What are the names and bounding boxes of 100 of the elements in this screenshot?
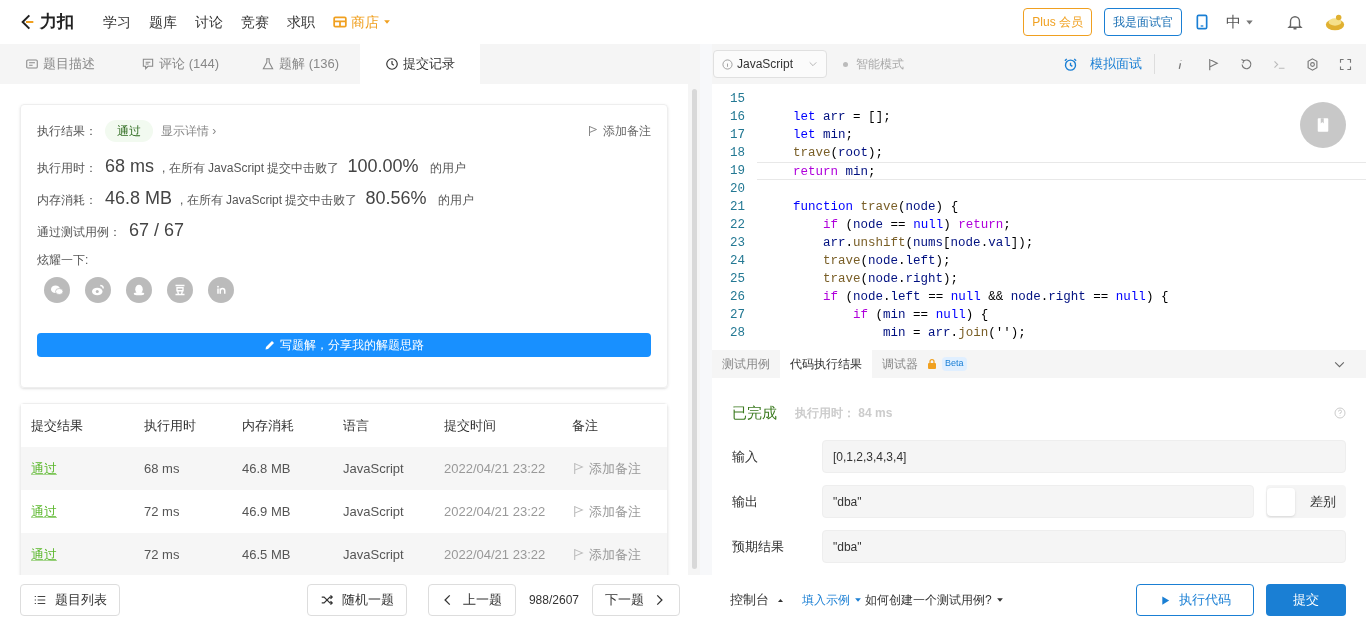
caret-icon [995,596,1004,604]
weibo-icon[interactable] [85,277,111,303]
result-link[interactable]: 通过 [31,546,57,562]
notes-button[interactable] [1300,102,1346,148]
panel-tab[interactable]: 评论 (144) [120,44,240,84]
settings-icon[interactable] [1305,56,1320,72]
line-number: 19 [729,162,746,180]
alarm-clock-icon [1063,56,1078,72]
code-line: let min; [792,128,854,142]
stat-value: 46.8 MB [105,187,173,210]
write-solution-button[interactable]: 写题解，分享我的解题思路 [37,333,651,357]
result-link[interactable]: 通过 [31,460,57,476]
table-cell-text: 46.5 MB [242,545,292,564]
wechat-icon[interactable] [44,277,70,303]
douban-icon[interactable] [167,277,193,303]
table-cell-text: 72 ms [144,545,181,564]
add-note-button[interactable]: 添加备注 [572,458,641,479]
nav-link[interactable]: 求职 [287,11,315,33]
panel-tab[interactable]: 题解 (136) [240,44,360,84]
table-cell-text: JavaScript [343,459,405,478]
code-line: trave(node.right); [822,272,959,286]
dot-icon [843,61,848,67]
panel-tab[interactable]: 提交记录 [360,44,480,84]
line-number: 18 [729,144,746,162]
table-cell-text: 2022/04/21 23:22 [444,502,547,521]
problem-list-button[interactable]: 题目列表 [20,584,120,616]
list-icon [33,593,47,607]
line-number: 27 [729,306,746,324]
code-line: function trave(node) { [792,200,959,214]
logo-icon[interactable] [20,12,36,32]
fullscreen-icon[interactable] [1338,56,1353,72]
logo-text[interactable]: 力扣 [40,9,74,35]
table-cell-text: 2022/04/21 23:22 [444,459,547,478]
stat-text: , 在所有 JavaScript 提交中击败了 [180,192,358,209]
caret-icon [383,18,391,26]
column-header: 执行用时 [144,416,197,435]
beta-badge: Beta [942,357,967,371]
stat-text: 的用户 [438,192,475,209]
line-number: 17 [729,126,746,144]
nav-link[interactable]: 讨论 [195,11,223,33]
plus-button[interactable]: Plus 会员 [1023,8,1092,36]
console-tab[interactable]: 测试用例 [712,350,780,378]
interviewer-button[interactable]: 我是面试官 [1104,8,1182,36]
run-code-button[interactable]: 执行代码 [1136,584,1254,616]
stat-text: , 在所有 JavaScript 提交中击败了 [162,160,340,177]
add-note-button[interactable]: 添加备注 [572,501,641,522]
nav-link[interactable]: 学习 [103,11,131,33]
code-line: min = arr.join(''); [882,326,1026,340]
caret-icon [854,596,862,604]
bell-icon[interactable] [1286,13,1304,31]
flag-icon[interactable] [1206,56,1221,72]
submit-button[interactable]: 提交 [1266,584,1346,616]
add-note-button[interactable]: 添加备注 [587,122,651,140]
help-icon[interactable] [1334,407,1346,419]
mock-interview-button[interactable]: 模拟面试 [1063,54,1155,74]
nav-link[interactable]: 竞赛 [241,11,269,33]
add-note-button[interactable]: 添加备注 [572,544,641,565]
panel-tab[interactable]: 题目描述 [0,44,120,84]
howto-link[interactable]: 如何创建一个测试用例? [865,591,1004,609]
console-tab[interactable]: 代码执行结果 [780,350,872,378]
run-status: 已完成 [732,402,777,423]
line-number: 25 [729,270,746,288]
console-tab[interactable]: 调试器 Beta [872,350,977,378]
flask-icon [261,57,275,71]
table-cell-text: 72 ms [144,502,181,521]
column-header: 提交结果 [31,416,84,435]
next-button[interactable]: 下一题 [592,584,680,616]
column-header: 提交时间 [444,416,497,435]
random-button[interactable]: 随机一题 [306,584,407,616]
table-cell-text: 46.9 MB [242,502,292,521]
previous-button[interactable]: 上一题 [427,584,516,616]
comment-icon [141,57,155,71]
penguin-icon[interactable] [126,277,152,303]
table-cell-text: JavaScript [343,545,405,564]
language-button[interactable]: 中 [1226,10,1254,34]
stat-text: 的用户 [430,160,467,177]
reset-icon[interactable] [1239,56,1254,72]
flag-icon [572,548,585,561]
result-link[interactable]: 通过 [31,503,57,519]
caret-up-icon [777,596,784,604]
field-label: 执行结果： [37,123,98,140]
column-header: 语言 [343,416,370,435]
tablet-icon[interactable] [1194,12,1210,32]
table-cell-text: 46.8 MB [242,459,292,478]
table-cell-text: 2022/04/21 23:22 [444,545,547,564]
language-select[interactable]: JavaScript [713,50,827,78]
details-link[interactable]: 显示详情 › [161,122,217,140]
fill-example-button[interactable]: 填入示例 [802,591,862,609]
lock-icon [926,358,938,370]
shuffle-icon [319,593,334,607]
field-label: 预期结果 [732,537,785,556]
column-header: 备注 [572,416,599,435]
diff-toggle[interactable]: 差别 [1266,485,1346,518]
table-cell-text: 68 ms [144,459,181,478]
scrollbar-thumb[interactable] [691,89,697,569]
console-button[interactable]: 控制台 [730,590,784,610]
field-label: 输入 [732,447,759,466]
nav-link[interactable]: 题库 [149,11,177,33]
field-label: 输出 [732,492,759,511]
linkedin-icon[interactable] [208,277,234,303]
